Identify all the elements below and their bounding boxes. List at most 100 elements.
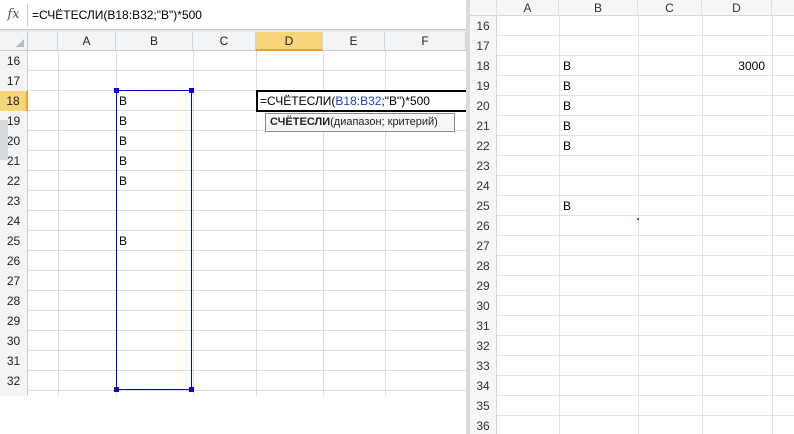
cell-d21[interactable] bbox=[702, 116, 765, 136]
cell-d29[interactable] bbox=[702, 276, 765, 296]
cell-b17[interactable] bbox=[563, 36, 635, 56]
row-header-26[interactable]: 26 bbox=[0, 251, 28, 271]
cell-d35[interactable] bbox=[702, 396, 765, 416]
row-header-28[interactable]: 28 bbox=[470, 256, 497, 276]
formula-input[interactable]: =СЧЁТЕСЛИ(B18:B32;"В")*500 bbox=[32, 0, 202, 30]
row-header-17[interactable]: 17 bbox=[0, 71, 28, 91]
cell-d34[interactable] bbox=[702, 376, 765, 396]
row-header-24[interactable]: 24 bbox=[0, 211, 28, 231]
column-header-e[interactable]: E bbox=[323, 32, 385, 51]
row-header-31[interactable]: 31 bbox=[470, 316, 497, 336]
range-handle-top-right[interactable] bbox=[189, 88, 194, 93]
cell-d27[interactable] bbox=[702, 236, 765, 256]
cell-d17[interactable] bbox=[702, 36, 765, 56]
fx-icon[interactable]: fx bbox=[0, 4, 28, 26]
row-header-31[interactable]: 31 bbox=[0, 351, 28, 371]
row-header-23[interactable]: 23 bbox=[0, 191, 28, 211]
cell-b20[interactable]: В bbox=[563, 96, 635, 116]
row-header-27[interactable]: 27 bbox=[470, 236, 497, 256]
cell-d25[interactable] bbox=[702, 196, 765, 216]
row-header-18[interactable]: 18 bbox=[470, 56, 497, 76]
cell-b28[interactable] bbox=[563, 256, 635, 276]
cell-b23[interactable] bbox=[563, 156, 635, 176]
column-header-d[interactable]: D bbox=[702, 0, 772, 16]
cell-d16[interactable] bbox=[702, 16, 765, 36]
cell-d31[interactable] bbox=[702, 316, 765, 336]
row-header-23[interactable]: 23 bbox=[470, 156, 497, 176]
cell-b35[interactable] bbox=[563, 396, 635, 416]
row-header-33[interactable]: 33 bbox=[470, 356, 497, 376]
row-header-19[interactable]: 19 bbox=[470, 76, 497, 96]
row-header-27[interactable]: 27 bbox=[0, 271, 28, 291]
row-header-20[interactable]: 20 bbox=[470, 96, 497, 116]
cell-b21[interactable]: В bbox=[563, 116, 635, 136]
row-header-26[interactable]: 26 bbox=[470, 216, 497, 236]
cell-b22[interactable]: В bbox=[563, 136, 635, 156]
row-header-17[interactable]: 17 bbox=[470, 36, 497, 56]
cell-b18[interactable]: В bbox=[563, 56, 635, 76]
cell-b27[interactable] bbox=[563, 236, 635, 256]
range-handle-bottom-left[interactable] bbox=[114, 387, 119, 392]
left-scrollbar-thumb[interactable] bbox=[0, 120, 8, 160]
cell-b33[interactable] bbox=[563, 356, 635, 376]
select-all-corner[interactable] bbox=[0, 32, 28, 51]
cell-b16[interactable] bbox=[563, 16, 635, 36]
cell-d19[interactable] bbox=[702, 76, 765, 96]
cell-d18[interactable]: 3000 bbox=[702, 56, 765, 76]
row-header-30[interactable]: 30 bbox=[470, 296, 497, 316]
row-header-25[interactable]: 25 bbox=[470, 196, 497, 216]
row-header-30[interactable]: 30 bbox=[0, 331, 28, 351]
row-header-16[interactable]: 16 bbox=[0, 51, 28, 71]
formula-range-highlight[interactable] bbox=[116, 90, 192, 390]
column-header-c[interactable]: C bbox=[638, 0, 702, 16]
range-handle-bottom-right[interactable] bbox=[189, 387, 194, 392]
row-header-29[interactable]: 29 bbox=[470, 276, 497, 296]
cell-d18-editor[interactable]: =СЧЁТЕСЛИ(B18:B32;"В")*500 bbox=[256, 90, 466, 112]
column-header-c[interactable]: C bbox=[193, 32, 256, 51]
row-header-34[interactable]: 34 bbox=[470, 376, 497, 396]
cell-b24[interactable] bbox=[563, 176, 635, 196]
row-header-25[interactable]: 25 bbox=[0, 231, 28, 251]
cell-b19[interactable]: В bbox=[563, 76, 635, 96]
column-header-f[interactable]: F bbox=[385, 32, 466, 51]
row-header-24[interactable]: 24 bbox=[470, 176, 497, 196]
cell-d28[interactable] bbox=[702, 256, 765, 276]
row-header-35[interactable]: 35 bbox=[470, 396, 497, 416]
cell-d22[interactable] bbox=[702, 136, 765, 156]
cell-b29[interactable] bbox=[563, 276, 635, 296]
row-header-32[interactable]: 32 bbox=[0, 371, 28, 391]
cell-d30[interactable] bbox=[702, 296, 765, 316]
row-header-16[interactable]: 16 bbox=[470, 16, 497, 36]
row-header-32[interactable]: 32 bbox=[470, 336, 497, 356]
row-header-36[interactable]: 36 bbox=[470, 416, 497, 434]
row-header-18[interactable]: 18 bbox=[0, 91, 28, 111]
cell-d32[interactable] bbox=[702, 336, 765, 356]
column-header-a[interactable]: A bbox=[497, 0, 559, 16]
row-header-29[interactable]: 29 bbox=[0, 311, 28, 331]
cell-b26[interactable] bbox=[563, 216, 635, 236]
row-header-22[interactable]: 22 bbox=[470, 136, 497, 156]
tooltip-function-name[interactable]: СЧЁТЕСЛИ bbox=[270, 116, 330, 128]
cell-b25[interactable]: В bbox=[563, 196, 635, 216]
cell-b17[interactable] bbox=[119, 71, 189, 91]
cell-b31[interactable] bbox=[563, 316, 635, 336]
column-header-b[interactable]: B bbox=[559, 0, 638, 16]
cell-b30[interactable] bbox=[563, 296, 635, 316]
column-header-b[interactable]: B bbox=[116, 32, 193, 51]
cell-d24[interactable] bbox=[702, 176, 765, 196]
cell-d36[interactable] bbox=[702, 416, 765, 434]
column-header-d[interactable]: D bbox=[256, 32, 323, 51]
row-header-22[interactable]: 22 bbox=[0, 171, 28, 191]
cell-d33[interactable] bbox=[702, 356, 765, 376]
cell-d20[interactable] bbox=[702, 96, 765, 116]
column-header-a[interactable]: A bbox=[58, 32, 116, 51]
function-tooltip[interactable]: СЧЁТЕСЛИ(диапазон; критерий) bbox=[265, 113, 455, 132]
row-header-21[interactable]: 21 bbox=[470, 116, 497, 136]
cell-d23[interactable] bbox=[702, 156, 765, 176]
cell-b34[interactable] bbox=[563, 376, 635, 396]
cell-b32[interactable] bbox=[563, 336, 635, 356]
cell-b36[interactable] bbox=[563, 416, 635, 434]
cell-b16[interactable] bbox=[119, 51, 189, 71]
range-handle-top-left[interactable] bbox=[114, 88, 119, 93]
row-header-28[interactable]: 28 bbox=[0, 291, 28, 311]
